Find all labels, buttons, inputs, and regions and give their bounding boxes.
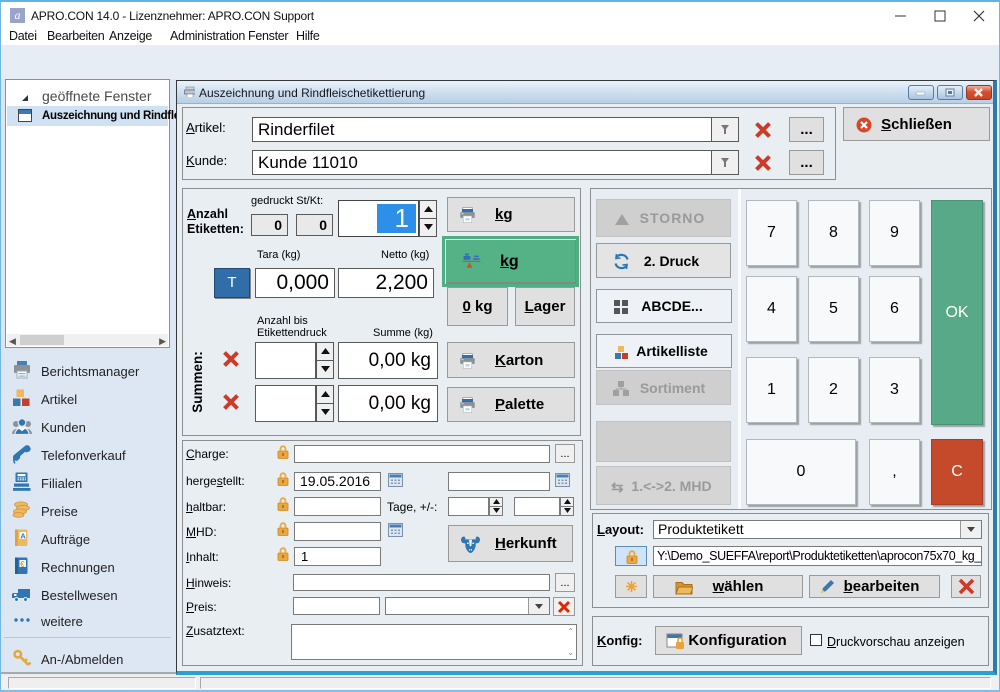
svg-text:€: €	[20, 560, 25, 569]
svg-text:A: A	[20, 532, 26, 541]
